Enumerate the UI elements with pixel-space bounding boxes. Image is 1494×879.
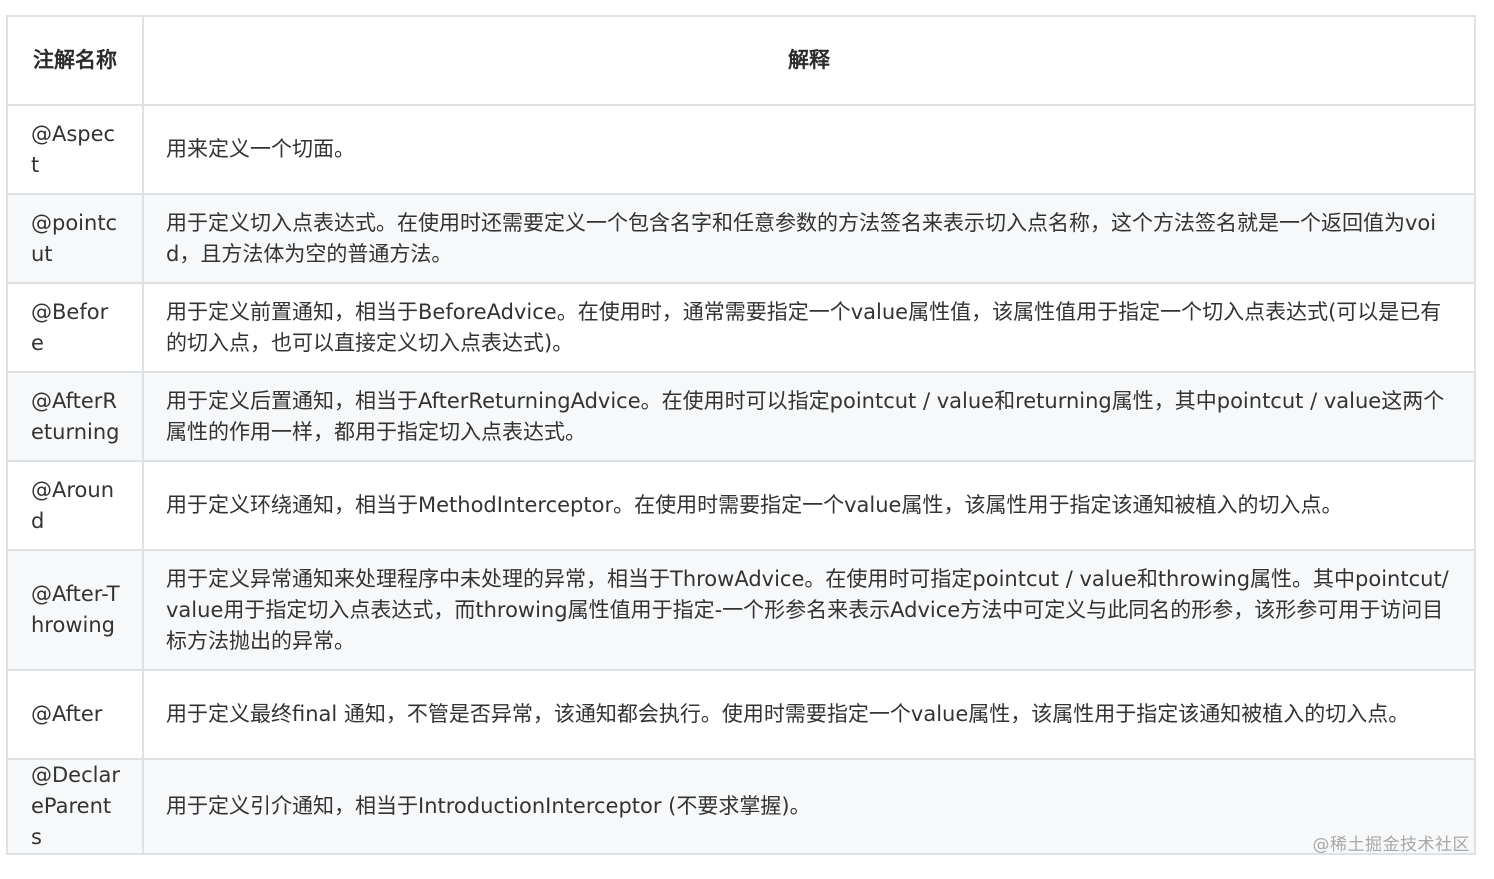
- annotation-description-cell: 用于定义切入点表达式。在使用时还需要定义一个包含名字和任意参数的方法签名来表示切…: [142, 193, 1476, 284]
- annotation-name-cell: @Before: [6, 282, 144, 373]
- annotation-name-cell: @Aspect: [6, 104, 144, 195]
- table-row: @Around 用于定义环绕通知，相当于MethodInterceptor。在使…: [6, 460, 1476, 551]
- annotation-description-cell: 用于定义后置通知，相当于AfterReturningAdvice。在使用时可以指…: [142, 371, 1476, 462]
- header-description: 解释: [142, 15, 1476, 106]
- header-annotation-name: 注解名称: [6, 15, 144, 106]
- annotation-name-cell: @After-Throwing: [6, 549, 144, 671]
- annotation-description-cell: 用于定义环绕通知，相当于MethodInterceptor。在使用时需要指定一个…: [142, 460, 1476, 551]
- annotation-description-cell: 用来定义一个切面。: [142, 104, 1476, 195]
- annotation-table: 注解名称 解释 @Aspect 用来定义一个切面。 @pointcut 用于定义…: [6, 15, 1476, 855]
- annotation-name-cell: @After: [6, 669, 144, 760]
- table-body: @Aspect 用来定义一个切面。 @pointcut 用于定义切入点表达式。在…: [6, 104, 1476, 855]
- annotation-name-cell: @AfterReturning: [6, 371, 144, 462]
- watermark: @稀土掘金技术社区: [1312, 835, 1470, 855]
- header-row: 注解名称 解释: [6, 15, 1476, 106]
- table-row: @After-Throwing 用于定义异常通知来处理程序中未处理的异常，相当于…: [6, 549, 1476, 671]
- annotation-name-cell: @pointcut: [6, 193, 144, 284]
- annotation-description-cell: 用于定义引介通知，相当于IntroductionInterceptor (不要求…: [142, 758, 1476, 855]
- table-row: @Before 用于定义前置通知，相当于BeforeAdvice。在使用时，通常…: [6, 282, 1476, 373]
- annotation-name-cell: @DeclareParents: [6, 758, 144, 855]
- table-row: @Aspect 用来定义一个切面。: [6, 104, 1476, 195]
- annotation-description-cell: 用于定义前置通知，相当于BeforeAdvice。在使用时，通常需要指定一个va…: [142, 282, 1476, 373]
- table-row: @After 用于定义最终final 通知，不管是否异常，该通知都会执行。使用时…: [6, 669, 1476, 760]
- table-row: @DeclareParents 用于定义引介通知，相当于Introduction…: [6, 758, 1476, 855]
- annotation-description-cell: 用于定义最终final 通知，不管是否异常，该通知都会执行。使用时需要指定一个v…: [142, 669, 1476, 760]
- annotation-description-cell: 用于定义异常通知来处理程序中未处理的异常，相当于ThrowAdvice。在使用时…: [142, 549, 1476, 671]
- table-header: 注解名称 解释: [6, 15, 1476, 106]
- annotation-name-cell: @Around: [6, 460, 144, 551]
- table-row: @pointcut 用于定义切入点表达式。在使用时还需要定义一个包含名字和任意参…: [6, 193, 1476, 284]
- table-row: @AfterReturning 用于定义后置通知，相当于AfterReturni…: [6, 371, 1476, 462]
